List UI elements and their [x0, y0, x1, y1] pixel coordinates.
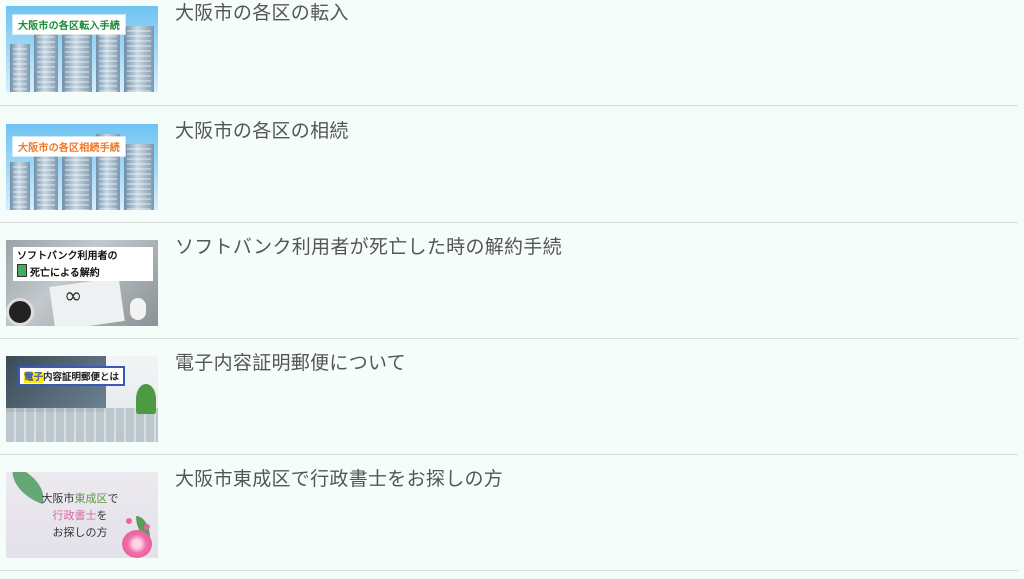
- thumbnail-caption: 大阪市東成区で 行政書士を お探しの方: [28, 490, 132, 541]
- article-list: 大阪市の各区転入手続 大阪市の各区の転入 大阪市の各区相続手続 大阪市の各区の相…: [0, 0, 1024, 579]
- caption-text-pink: 行政書士: [52, 509, 97, 522]
- mouse-icon: [130, 298, 146, 320]
- thumbnail-caption-line: 行政書士を: [28, 507, 132, 524]
- thumbnail-caption-line2: 死亡による解約: [30, 268, 100, 279]
- thumbnail-caption: ソフトバンク利用者の 死亡による解約: [13, 247, 153, 281]
- petal-dot: [144, 524, 150, 530]
- phone-icon: [17, 264, 27, 277]
- thumbnail-caption: 大阪市の各区転入手続: [13, 15, 125, 34]
- list-item[interactable]: 大阪市の各区転入手続 大阪市の各区の転入: [0, 0, 1018, 106]
- building-shape: [10, 44, 30, 92]
- article-title-link[interactable]: 電子内容証明郵便について: [175, 350, 406, 376]
- notepad-shape: [49, 277, 125, 326]
- article-title-link[interactable]: ソフトバンク利用者が死亡した時の解約手続: [175, 234, 562, 260]
- glasses-icon: ∞: [64, 284, 83, 309]
- building-shape: [124, 144, 154, 210]
- list-item[interactable]: 電子内容証明郵便とは 電子内容証明郵便について: [0, 350, 1018, 455]
- laptop-image[interactable]: 電子内容証明郵便とは: [6, 356, 158, 442]
- list-item[interactable]: 大阪市東成区で 行政書士を お探しの方 大阪市東成区で行政書士をお探しの方: [0, 466, 1018, 571]
- flower-image[interactable]: 大阪市東成区で 行政書士を お探しの方: [6, 472, 158, 558]
- building-shape: [34, 150, 58, 210]
- building-shape: [10, 162, 30, 210]
- keyboard-shape: [6, 408, 158, 442]
- thumbnail-caption-line: お探しの方: [52, 526, 108, 539]
- article-title-link[interactable]: 大阪市の各区の転入: [175, 0, 349, 26]
- thumbnail-caption-line: 大阪市東成区で: [28, 490, 132, 507]
- city-skyline-image[interactable]: 大阪市の各区転入手続: [6, 6, 158, 92]
- caption-text: で: [107, 492, 119, 505]
- thumbnail-caption-highlight: 電子: [24, 372, 44, 383]
- article-title-link[interactable]: 大阪市の各区の相続: [175, 118, 349, 144]
- building-shape: [34, 32, 58, 92]
- plant-icon: [136, 384, 156, 414]
- desk-glasses-image[interactable]: ∞ ソフトバンク利用者の 死亡による解約: [6, 240, 158, 326]
- thumbnail-caption: 大阪市の各区相続手続: [13, 137, 125, 156]
- thumbnail-caption-line: 死亡による解約: [17, 264, 149, 281]
- city-skyline-image[interactable]: 大阪市の各区相続手続: [6, 124, 158, 210]
- thumbnail-caption-line: ソフトバンク利用者の: [17, 251, 118, 262]
- coffee-cup-icon: [6, 298, 34, 326]
- article-title-link[interactable]: 大阪市東成区で行政書士をお探しの方: [175, 466, 503, 492]
- thumbnail-caption-text: 内容証明郵便とは: [43, 372, 120, 383]
- thumbnail-caption: 電子内容証明郵便とは: [18, 366, 126, 386]
- caption-text: 大阪市: [41, 492, 75, 505]
- caption-text: を: [96, 509, 108, 522]
- caption-text-green: 東成区: [74, 492, 108, 505]
- building-shape: [124, 26, 154, 92]
- list-item[interactable]: 大阪市の各区相続手続 大阪市の各区の相続: [0, 118, 1018, 223]
- list-item[interactable]: ∞ ソフトバンク利用者の 死亡による解約 ソフトバンク利用者が死亡した時の解約手…: [0, 234, 1018, 339]
